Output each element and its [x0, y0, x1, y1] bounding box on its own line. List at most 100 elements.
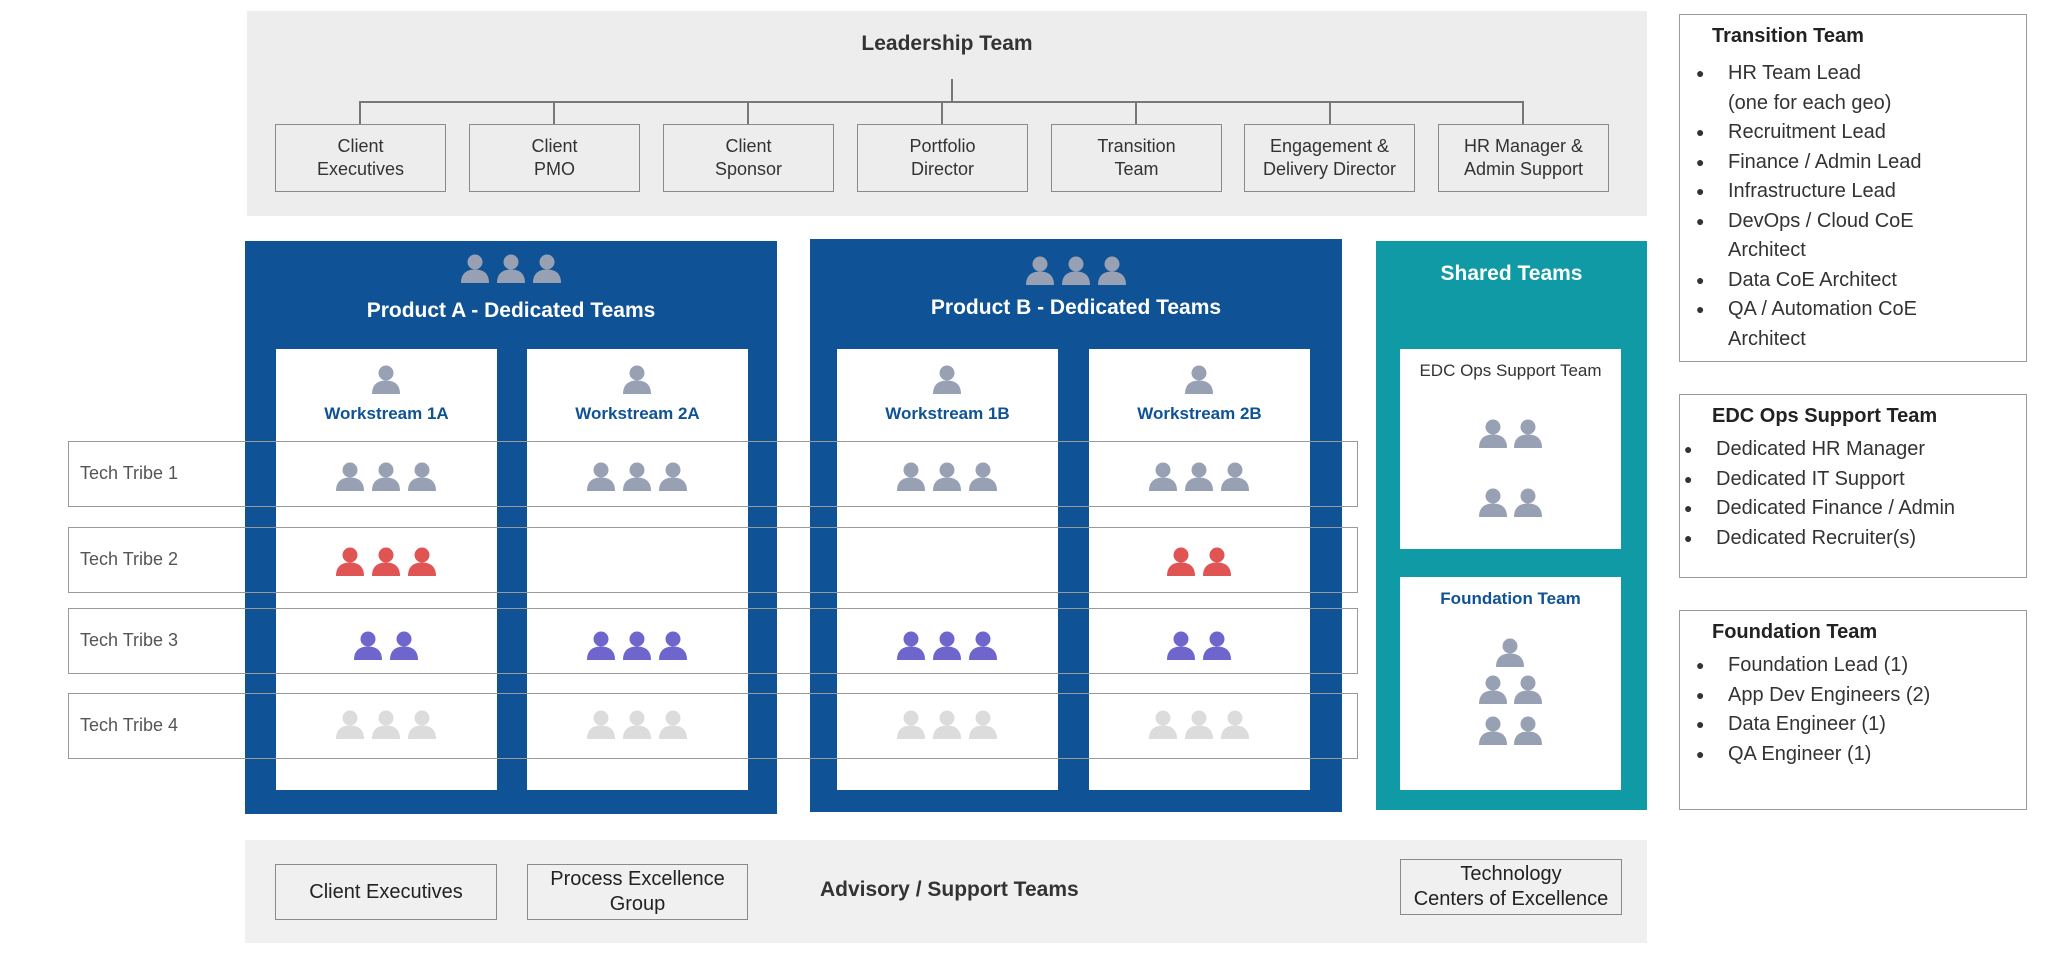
tech-tribe-label-3: Tech Tribe 3 [80, 630, 179, 650]
transition-team-title: Transition Team [1712, 25, 1864, 47]
edc-ops-card-title: EDC Ops Support Team [1419, 361, 1602, 380]
tech-tribe-label-1: Tech Tribe 1 [80, 463, 179, 483]
transition-item: Recruitment Lead [1688, 118, 1921, 148]
person-icon [408, 547, 436, 576]
person-icon [659, 631, 687, 660]
advisory-box-process-excellence: Process Excellence Group [527, 864, 748, 920]
person-icon [1514, 675, 1542, 704]
person-icon [408, 710, 436, 739]
person-icon [1185, 365, 1213, 394]
person-icon [354, 631, 382, 660]
product-a-title: Product A - Dedicated Teams [366, 299, 656, 322]
person-icon [497, 254, 525, 283]
advisory-box-technology-coe: Technology Centers of Excellence [1400, 859, 1622, 915]
leadership-box-transition-team: Transition Team [1051, 124, 1222, 192]
person-icon [1203, 547, 1231, 576]
person-icon [336, 547, 364, 576]
foundation-team-title: Foundation Team [1712, 621, 1878, 643]
transition-item: Data CoE Architect [1688, 266, 1921, 296]
person-icon [533, 254, 561, 283]
edc-ops-support-list: Dedicated HR Manager Dedicated IT Suppor… [1676, 435, 1955, 553]
person-icon [933, 462, 961, 491]
person-icon [372, 547, 400, 576]
person-icon [1185, 710, 1213, 739]
foundation-team-list: Foundation Lead (1) App Dev Engineers (2… [1688, 651, 1930, 769]
person-icon [461, 254, 489, 283]
person-icon [1514, 419, 1542, 448]
person-icon [390, 631, 418, 660]
leadership-box-client-sponsor: Client Sponsor [663, 124, 834, 192]
foundation-team-panel: Foundation Team Foundation Lead (1) App … [1679, 610, 2027, 810]
person-icon [1167, 631, 1195, 660]
person-icon [659, 462, 687, 491]
workstream-2b-title: Workstream 2B [1137, 404, 1262, 423]
person-icon [372, 462, 400, 491]
person-icon [408, 462, 436, 491]
person-icon [897, 710, 925, 739]
transition-item: Finance / Admin Lead [1688, 148, 1921, 178]
leadership-box-engagement-director: Engagement & Delivery Director [1244, 124, 1415, 192]
person-icon [623, 462, 651, 491]
person-icon [623, 365, 651, 394]
person-icon [623, 631, 651, 660]
person-icon [623, 710, 651, 739]
person-icon [1479, 675, 1507, 704]
person-icon [969, 462, 997, 491]
person-icon [1185, 462, 1213, 491]
advisory-box-client-executives: Client Executives [275, 864, 497, 920]
person-icon [1062, 256, 1090, 285]
person-icon [1149, 462, 1177, 491]
edc-ops-support-title: EDC Ops Support Team [1712, 405, 1938, 427]
transition-team-panel: Transition Team HR Team Lead (one for ea… [1679, 14, 2027, 362]
person-icon [587, 710, 615, 739]
person-icon [933, 710, 961, 739]
person-icon [1479, 488, 1507, 517]
person-icon [1098, 256, 1126, 285]
foundation-item: QA Engineer (1) [1688, 740, 1930, 770]
person-icon [1149, 710, 1177, 739]
person-icon [372, 710, 400, 739]
edc-item: Dedicated IT Support [1676, 465, 1955, 495]
person-icon [1479, 716, 1507, 745]
person-icon [933, 631, 961, 660]
edc-item: Dedicated Finance / Admin [1676, 494, 1955, 524]
person-icon [587, 631, 615, 660]
foundation-item: Data Engineer (1) [1688, 710, 1930, 740]
person-icon [659, 710, 687, 739]
person-icon [1514, 716, 1542, 745]
leadership-title: Leadership Team [861, 32, 1033, 55]
shared-teams-title: Shared Teams [1440, 262, 1583, 285]
person-icon [336, 462, 364, 491]
person-icon [897, 462, 925, 491]
foundation-item: App Dev Engineers (2) [1688, 681, 1930, 711]
person-icon [933, 365, 961, 394]
edc-ops-support-panel: EDC Ops Support Team Dedicated HR Manage… [1679, 394, 2027, 578]
leadership-box-client-executives: Client Executives [275, 124, 446, 192]
person-icon [1221, 710, 1249, 739]
person-icon [1167, 547, 1195, 576]
person-icon [372, 365, 400, 394]
person-icon [1496, 638, 1524, 667]
workstream-1b-title: Workstream 1B [885, 404, 1010, 423]
person-icon [336, 710, 364, 739]
person-icon [1479, 419, 1507, 448]
tech-tribe-label-2: Tech Tribe 2 [80, 549, 179, 569]
transition-team-list: HR Team Lead (one for each geo) Recruitm… [1688, 59, 1921, 354]
leadership-box-hr-manager: HR Manager & Admin Support [1438, 124, 1609, 192]
edc-item: Dedicated HR Manager [1676, 435, 1955, 465]
tech-tribe-label-4: Tech Tribe 4 [80, 715, 179, 735]
person-icon [587, 462, 615, 491]
transition-item: DevOps / Cloud CoE Architect [1688, 207, 1921, 266]
leadership-box-client-pmo: Client PMO [469, 124, 640, 192]
workstream-1a-title: Workstream 1A [324, 404, 449, 423]
advisory-label: Advisory / Support Teams [820, 878, 1079, 901]
person-icon [1221, 462, 1249, 491]
person-icon [1026, 256, 1054, 285]
foundation-item: Foundation Lead (1) [1688, 651, 1930, 681]
transition-item: HR Team Lead (one for each geo) [1688, 59, 1921, 118]
transition-item: QA / Automation CoE Architect [1688, 295, 1921, 354]
foundation-card-title: Foundation Team [1440, 589, 1581, 608]
person-icon [1514, 488, 1542, 517]
person-icon [969, 710, 997, 739]
workstream-2a-title: Workstream 2A [575, 404, 700, 423]
